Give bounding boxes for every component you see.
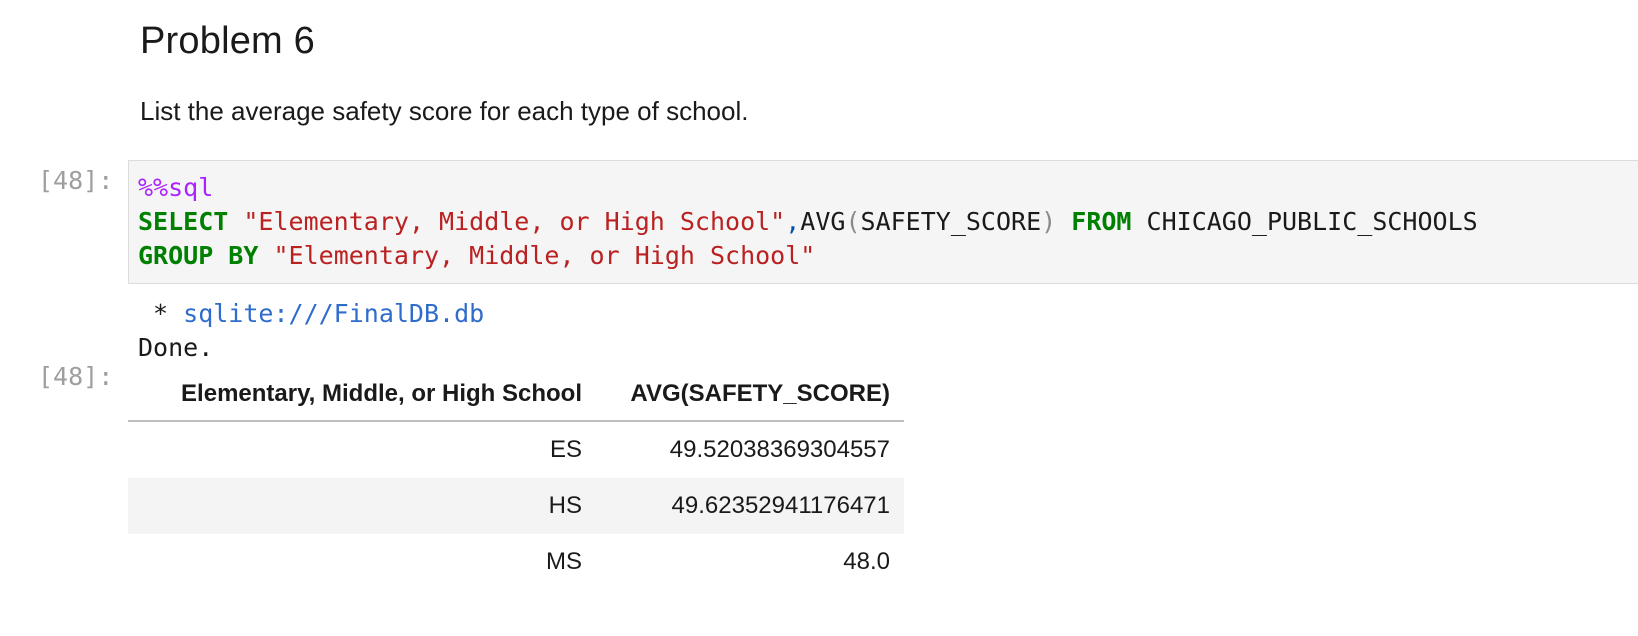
table-cell: 49.52038369304557	[596, 421, 904, 478]
group-by-string: "Elementary, Middle, or High School"	[273, 241, 816, 270]
keyword-from: FROM	[1071, 207, 1132, 236]
column-string: "Elementary, Middle, or High School"	[243, 207, 786, 236]
keyword-select: SELECT	[138, 207, 229, 236]
comma-operator: ,	[785, 207, 801, 236]
table-cell: MS	[128, 534, 596, 590]
function-name: AVG	[800, 207, 846, 236]
cell-magic: %%sql	[138, 173, 214, 202]
column-header: Elementary, Middle, or High School	[128, 370, 596, 422]
result-table: Elementary, Middle, or High School AVG(S…	[128, 370, 904, 590]
table-cell: HS	[128, 478, 596, 534]
table-cell: 48.0	[596, 534, 904, 590]
table-row: HS 49.62352941176471	[128, 478, 904, 534]
table-row: MS 48.0	[128, 534, 904, 590]
column-header: AVG(SAFETY_SCORE)	[596, 370, 904, 422]
table-header-row: Elementary, Middle, or High School AVG(S…	[128, 370, 904, 422]
table-row: ES 49.52038369304557	[128, 421, 904, 478]
code-cell-editor[interactable]: %%sql SELECT "Elementary, Middle, or Hig…	[128, 160, 1638, 284]
table-cell: ES	[128, 421, 596, 478]
markdown-text: List the average safety score for each t…	[140, 96, 749, 126]
done-text: Done.	[138, 333, 214, 362]
table-name: CHICAGO_PUBLIC_SCHOOLS	[1146, 207, 1478, 236]
function-arg: SAFETY_SCORE	[860, 207, 1042, 236]
output-prompt: [48]:	[38, 362, 114, 391]
close-paren: )	[1041, 207, 1057, 236]
table-cell: 49.62352941176471	[596, 478, 904, 534]
markdown-heading: Problem 6	[140, 20, 315, 62]
open-paren: (	[845, 207, 861, 236]
stream-bullet: *	[138, 299, 184, 328]
keyword-group-by: GROUP BY	[138, 241, 259, 270]
connection-link[interactable]: sqlite:///FinalDB.db	[183, 299, 484, 328]
stream-output: * sqlite:///FinalDB.db Done.	[138, 297, 484, 365]
input-prompt: [48]:	[38, 166, 114, 195]
code-text[interactable]: %%sql SELECT "Elementary, Middle, or Hig…	[138, 171, 1478, 273]
